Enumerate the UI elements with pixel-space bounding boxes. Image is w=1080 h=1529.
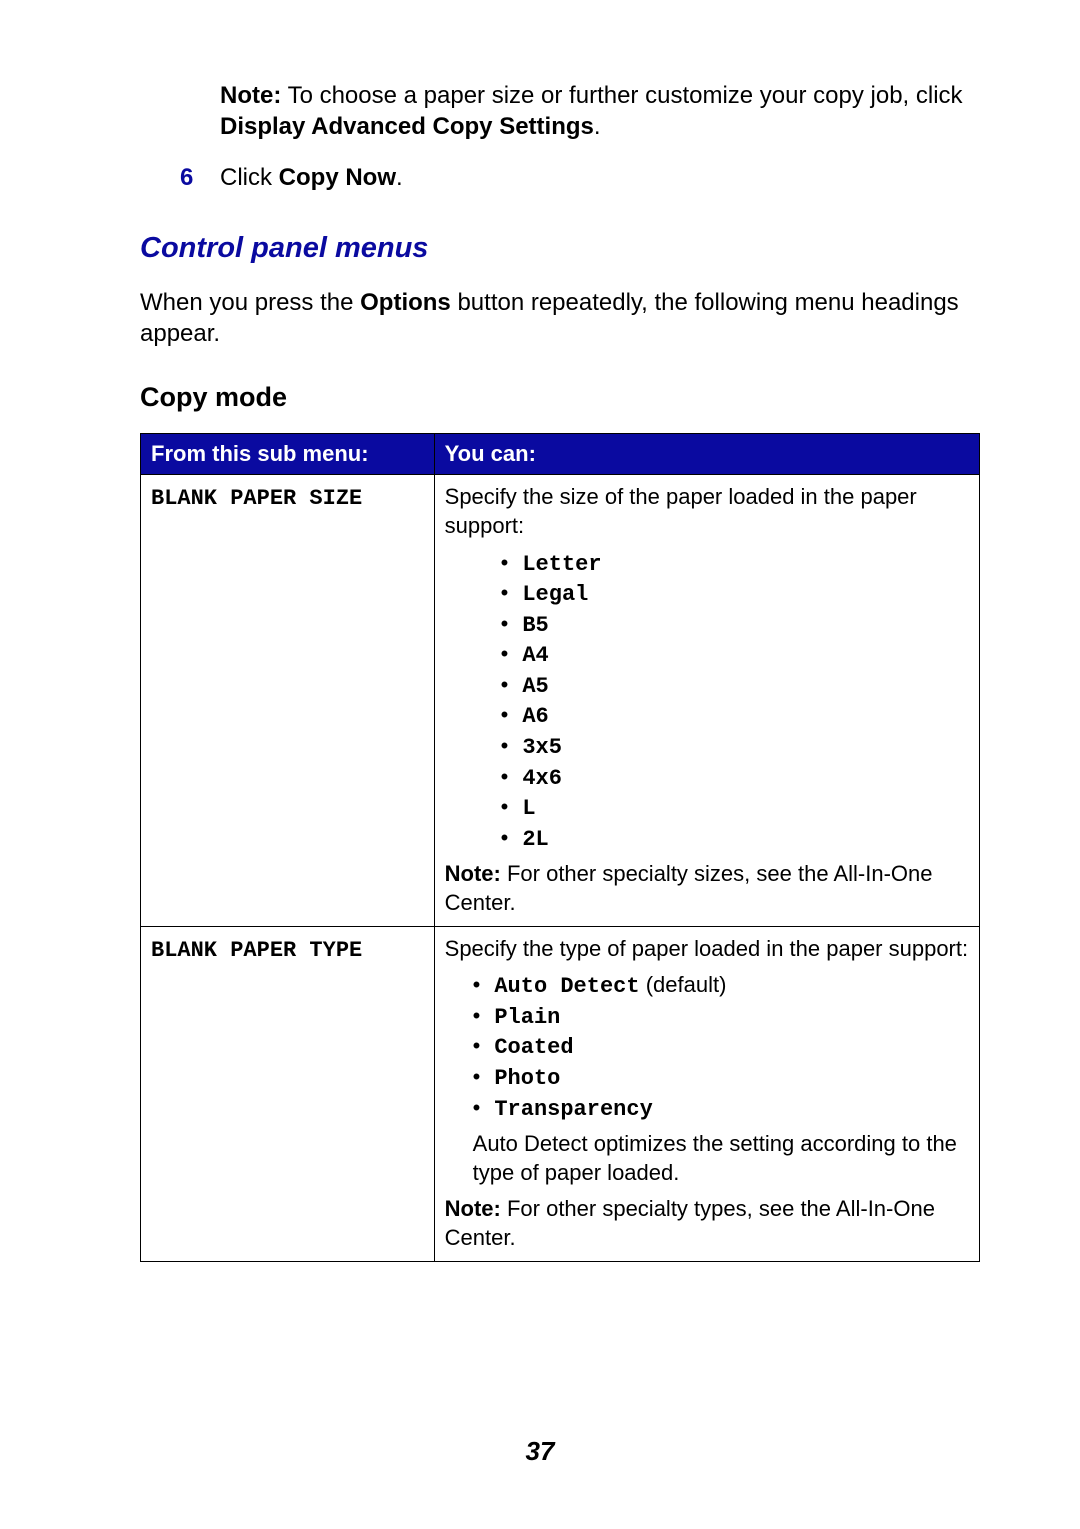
option-value: Letter	[522, 552, 601, 577]
option-value: Transparency	[494, 1097, 652, 1122]
option-value: A6	[522, 704, 548, 729]
list-item: Photo	[473, 1063, 969, 1094]
document-page: Note: To choose a paper size or further …	[0, 0, 1080, 1529]
row-note-prefix: Note:	[445, 1196, 501, 1221]
list-item: Coated	[473, 1032, 969, 1063]
step-6: 6 Click Copy Now.	[180, 162, 980, 193]
list-item: Auto Detect (default)	[473, 971, 969, 1002]
table-head-submenu: From this sub menu:	[141, 433, 435, 475]
option-value: Photo	[494, 1066, 560, 1091]
row-note-prefix: Note:	[445, 861, 501, 886]
step-text-after: .	[396, 164, 403, 191]
step-text: Click Copy Now.	[220, 162, 403, 193]
section-paragraph: When you press the Options button repeat…	[140, 287, 980, 349]
list-item: Letter	[501, 549, 969, 580]
desc-intro: Specify the size of the paper loaded in …	[445, 483, 969, 540]
list-item: Transparency	[473, 1094, 969, 1125]
list-item: A5	[501, 671, 969, 702]
page-number: 37	[0, 1435, 1080, 1469]
table-row: BLANK PAPER SIZE Specify the size of the…	[141, 475, 980, 926]
list-item: 2L	[501, 824, 969, 855]
options-list: Auto Detect (default) Plain Coated Photo…	[445, 971, 969, 1124]
step-bold-link: Copy Now	[279, 164, 396, 191]
option-value: L	[522, 796, 535, 821]
list-item: 4x6	[501, 763, 969, 794]
option-value: Legal	[522, 582, 588, 607]
option-value: A4	[522, 643, 548, 668]
option-value: Coated	[494, 1035, 573, 1060]
modes-table: From this sub menu: You can: BLANK PAPER…	[140, 433, 980, 1262]
row-note: Note: For other specialty sizes, see the…	[445, 860, 969, 917]
note-paragraph: Note: To choose a paper size or further …	[220, 80, 980, 142]
row-note: Note: For other specialty types, see the…	[445, 1195, 969, 1252]
option-value: B5	[522, 613, 548, 638]
step-number: 6	[180, 162, 220, 193]
subsection-heading: Copy mode	[140, 380, 980, 415]
table-row: BLANK PAPER TYPE Specify the type of pap…	[141, 926, 980, 1261]
options-list: Letter Legal B5 A4 A5 A6 3x5 4x6 L 2L	[445, 549, 969, 855]
note-text-before: To choose a paper size or further custom…	[281, 82, 962, 109]
option-value: 3x5	[522, 735, 562, 760]
list-item: B5	[501, 610, 969, 641]
para-before: When you press the	[140, 289, 360, 316]
submenu-name: BLANK PAPER TYPE	[151, 938, 362, 963]
list-item: L	[501, 793, 969, 824]
row-note-text: For other specialty types, see the All-I…	[445, 1196, 935, 1250]
submenu-name: BLANK PAPER SIZE	[151, 486, 362, 511]
step-text-before: Click	[220, 164, 279, 191]
option-value: A5	[522, 674, 548, 699]
list-item: 3x5	[501, 732, 969, 763]
list-item: A6	[501, 701, 969, 732]
list-item: A4	[501, 640, 969, 671]
desc-intro: Specify the type of paper loaded in the …	[445, 935, 969, 964]
note-text-after: .	[594, 113, 601, 140]
option-value: Auto Detect	[494, 974, 639, 999]
para-bold: Options	[360, 289, 451, 316]
extra-text: Auto Detect optimizes the setting accord…	[445, 1130, 969, 1187]
list-item: Legal	[501, 579, 969, 610]
note-prefix: Note:	[220, 82, 281, 109]
table-head-row: From this sub menu: You can:	[141, 433, 980, 475]
option-value: 2L	[522, 827, 548, 852]
note-bold-link: Display Advanced Copy Settings	[220, 113, 594, 140]
list-item: Plain	[473, 1002, 969, 1033]
option-suffix: (default)	[640, 972, 727, 997]
option-value: Plain	[494, 1005, 560, 1030]
row-note-text: For other specialty sizes, see the All-I…	[445, 861, 933, 915]
section-heading: Control panel menus	[140, 230, 980, 268]
table-head-youcan: You can:	[434, 433, 979, 475]
option-value: 4x6	[522, 766, 562, 791]
